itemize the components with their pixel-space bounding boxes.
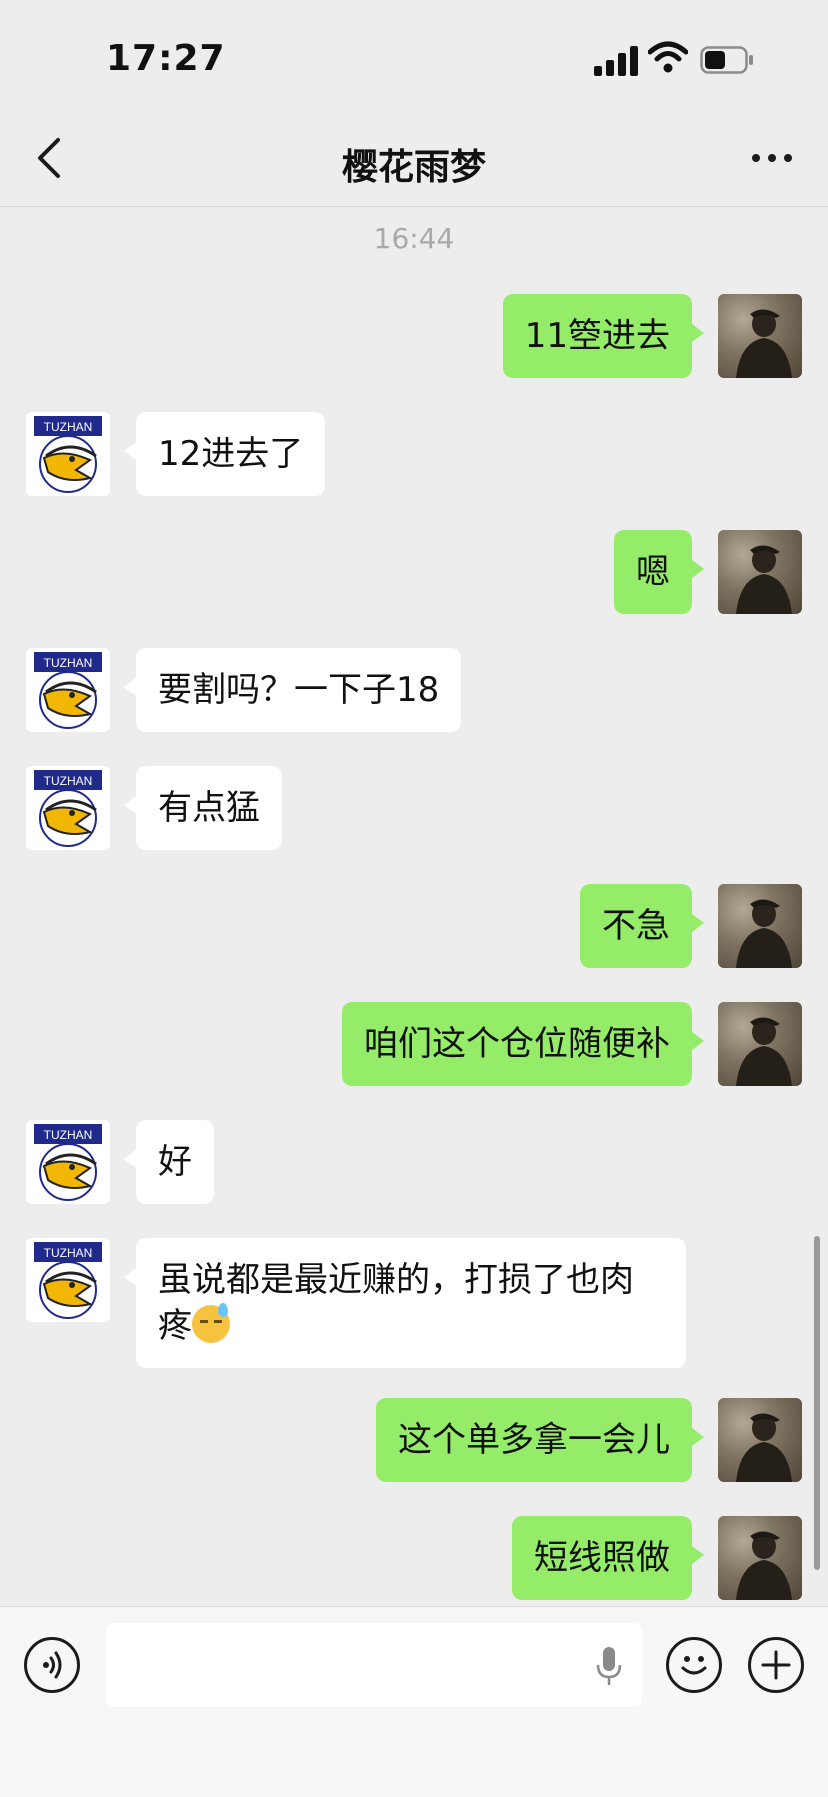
- contact-message-bubble[interactable]: 有点猛: [124, 766, 282, 850]
- my-avatar[interactable]: [718, 1002, 802, 1086]
- my-avatar[interactable]: [718, 1398, 802, 1482]
- status-bar: 17:27: [0, 0, 828, 110]
- my-avatar[interactable]: [718, 884, 802, 968]
- my-message-bubble[interactable]: 11箜进去: [502, 294, 705, 378]
- microphone-icon[interactable]: [594, 1645, 624, 1687]
- message-row: TUZHAN 有点猛: [0, 766, 828, 850]
- contact-avatar[interactable]: TUZHAN: [26, 648, 110, 732]
- message-timestamp: 16:44: [373, 222, 455, 255]
- portrait-silhouette-icon: [736, 1531, 792, 1600]
- eagle-logo-icon: TUZHAN: [34, 1242, 102, 1319]
- input-bar: [0, 1606, 828, 1797]
- message-row: TUZHAN 虽说都是最近赚的，打损了也肉疼: [0, 1238, 828, 1368]
- wifi-icon: [648, 41, 688, 73]
- message-row: TUZHAN 好: [0, 1120, 828, 1204]
- avatar-badge-text: TUZHAN: [44, 1128, 93, 1142]
- message-row: 这个单多拿一会儿: [0, 1398, 828, 1482]
- contact-avatar[interactable]: TUZHAN: [26, 412, 110, 496]
- portrait-silhouette-icon: [736, 1017, 792, 1086]
- portrait-silhouette-icon: [736, 545, 792, 614]
- chat-header: 樱花雨梦: [0, 110, 828, 207]
- my-message-bubble[interactable]: 不急: [580, 884, 704, 968]
- my-message-bubble[interactable]: 这个单多拿一会儿: [376, 1398, 704, 1482]
- my-avatar[interactable]: [718, 530, 802, 614]
- portrait-silhouette-icon: [736, 309, 792, 378]
- eagle-logo-icon: TUZHAN: [34, 416, 102, 493]
- message-row: 11箜进去: [0, 294, 828, 378]
- smile-icon: [681, 1656, 707, 1675]
- contact-avatar[interactable]: TUZHAN: [26, 1238, 110, 1322]
- my-message-bubble[interactable]: 短线照做: [512, 1516, 704, 1600]
- message-row: 嗯: [0, 530, 828, 614]
- message-row: 不急: [0, 884, 828, 968]
- message-row: 短线照做: [0, 1516, 828, 1600]
- cellular-signal-icon: [594, 44, 638, 76]
- eagle-logo-icon: TUZHAN: [34, 652, 102, 729]
- plus-icon: [761, 1650, 791, 1680]
- avatar-badge-text: TUZHAN: [44, 1246, 93, 1260]
- contact-avatar[interactable]: TUZHAN: [26, 1120, 110, 1204]
- portrait-silhouette-icon: [736, 1413, 792, 1482]
- emoji-button[interactable]: [666, 1637, 722, 1693]
- scrollbar[interactable]: [814, 1236, 820, 1570]
- contact-message-bubble[interactable]: 12进去了: [123, 412, 326, 496]
- my-avatar[interactable]: [718, 294, 802, 378]
- battery-icon: [700, 46, 753, 74]
- portrait-silhouette-icon: [736, 899, 792, 968]
- eagle-logo-icon: TUZHAN: [34, 1124, 102, 1201]
- eagle-logo-icon: TUZHAN: [34, 770, 102, 847]
- voice-input-button[interactable]: [24, 1637, 80, 1693]
- avatar-badge-text: TUZHAN: [44, 774, 93, 788]
- message-text: 虽说都是最近赚的，打损了也肉疼: [158, 1260, 634, 1346]
- sweat-face-emoji-icon: [192, 1303, 230, 1343]
- contact-message-bubble[interactable]: 要割吗？一下子18: [123, 648, 462, 732]
- chat-title: 樱花雨梦: [341, 147, 486, 188]
- my-message-bubble[interactable]: 嗯: [614, 530, 704, 614]
- more-options-icon[interactable]: [750, 150, 794, 166]
- message-row: TUZHAN 12进去了: [0, 412, 828, 496]
- my-avatar[interactable]: [718, 1516, 802, 1600]
- status-time: 17:27: [106, 38, 226, 79]
- contact-message-bubble[interactable]: 虽说都是最近赚的，打损了也肉疼: [124, 1238, 686, 1368]
- my-message-bubble[interactable]: 咱们这个仓位随便补: [342, 1002, 704, 1086]
- avatar-badge-text: TUZHAN: [44, 656, 93, 670]
- contact-message-bubble[interactable]: 好: [124, 1120, 214, 1204]
- add-attachment-button[interactable]: [748, 1637, 804, 1693]
- contact-avatar[interactable]: TUZHAN: [26, 766, 110, 850]
- message-row: 咱们这个仓位随便补: [0, 1002, 828, 1086]
- message-row: TUZHAN 要割吗？一下子18: [0, 648, 828, 732]
- avatar-badge-text: TUZHAN: [44, 420, 93, 434]
- message-input[interactable]: [106, 1623, 642, 1707]
- voice-wave-icon: [43, 1651, 62, 1679]
